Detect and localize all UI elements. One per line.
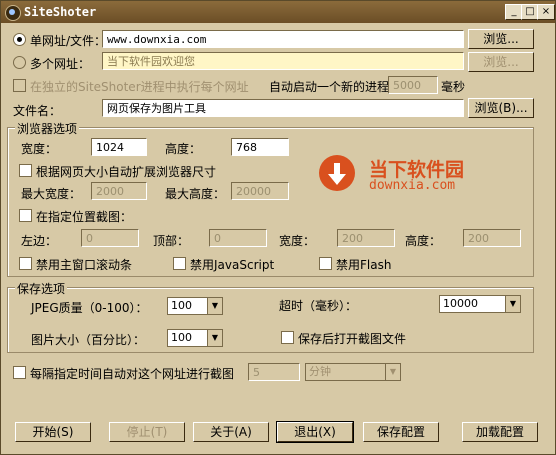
schedule-checkbox[interactable] [13,366,26,379]
timeout-label: 超时（毫秒）： [279,299,358,313]
save-options-label: 保存选项 [15,280,68,297]
multi-url-radio[interactable] [13,56,26,69]
auto-expand-checkbox[interactable] [19,164,32,177]
dropdown-arrow-icon: ▼ [505,296,520,312]
capture-region-label: 在指定位置截图： [36,210,133,224]
top-label: 顶部： [153,234,190,248]
save-config-button[interactable]: 保存配置 [363,422,439,442]
jpeg-quality-select[interactable]: 100 ▼ [167,297,223,315]
disable-flash-checkbox[interactable] [319,257,332,270]
region-height-label: 高度： [405,234,442,248]
auto-expand-label: 根据网页大小自动扩展浏览器尺寸 [36,165,217,179]
dropdown-arrow-icon: ▼ [207,298,222,314]
disable-flash-label: 禁用Flash [336,258,392,272]
separate-process-label: 在独立的SiteShoter进程中执行每个网址 [30,80,249,94]
region-width-label: 宽度： [279,234,316,248]
jpeg-quality-label: JPEG质量（0-100）： [31,301,148,315]
multi-url-input[interactable]: 当下软件园欢迎您 [102,52,464,70]
dropdown-arrow-icon: ▼ [385,364,400,380]
app-icon [5,5,21,21]
about-button[interactable]: 关于(A) [193,422,269,442]
browser-options-label: 浏览器选项 [15,120,80,137]
width-label: 宽度： [21,142,58,156]
disable-scroll-label: 禁用主窗口滚动条 [36,258,133,272]
height-input[interactable]: 768 [231,138,289,156]
single-url-input[interactable]: www.downxia.com [102,30,464,48]
multi-url-label: 多个网址： [30,57,91,71]
load-config-button[interactable]: 加载配置 [462,422,538,442]
timeout-select[interactable]: 10000 ▼ [439,295,521,313]
schedule-label: 每隔指定时间自动对这个网址进行截图 [30,367,235,381]
exit-button[interactable]: 退出(X) [276,421,354,443]
region-width-input[interactable]: 200 [337,229,395,247]
image-size-label: 图片大小（百分比）： [31,333,146,347]
jpeg-quality-value: 100 [171,299,192,312]
single-url-label: 单网址/文件： [30,34,107,48]
max-width-label: 最大宽度： [21,187,82,201]
top-input[interactable]: 0 [209,229,267,247]
max-width-input[interactable]: 2000 [91,182,147,200]
main-window: SiteShoter _ □ × 单网址/文件： www.downxia.com… [0,0,556,455]
image-size-select[interactable]: 100 ▼ [167,329,223,347]
download-logo-icon [319,155,355,191]
auto-start-unit: 毫秒 [441,80,466,94]
disable-js-label: 禁用JavaScript [190,258,275,272]
width-input[interactable]: 1024 [91,138,147,156]
capture-region-checkbox[interactable] [19,209,32,222]
image-size-value: 100 [171,331,192,344]
open-after-save-checkbox[interactable] [281,331,294,344]
filename-input[interactable]: 网页保存为图片工具 [102,99,464,117]
disable-js-checkbox[interactable] [173,257,186,270]
single-url-radio[interactable] [13,33,26,46]
max-height-label: 最大高度： [165,187,226,201]
browse-filename-button[interactable]: 浏览(B)... [468,98,534,118]
disable-scroll-checkbox[interactable] [19,257,32,270]
region-height-input[interactable]: 200 [463,229,521,247]
left-input[interactable]: 0 [81,229,139,247]
title-bar: SiteShoter _ □ × [1,1,555,23]
browse-list-button[interactable]: 浏览... [468,52,534,72]
timeout-value: 10000 [443,297,478,310]
max-height-input[interactable]: 20000 [231,182,289,200]
open-after-save-label: 保存后打开截图文件 [298,332,407,346]
close-button[interactable]: × [537,4,555,20]
window-title: SiteShoter [24,5,97,19]
separate-process-checkbox[interactable] [13,79,26,92]
auto-start-label: 自动启动一个新的进程： [269,80,402,94]
site-logo: 当下软件园 downxia.com [319,153,489,201]
browse-url-button[interactable]: 浏览... [468,29,534,49]
stop-button[interactable]: 停止(T) [109,422,185,442]
left-label: 左边： [21,234,58,248]
schedule-unit-select[interactable]: 分钟 ▼ [305,363,401,381]
height-label: 高度： [165,142,202,156]
schedule-interval-input[interactable]: 5 [248,363,300,381]
schedule-unit-value: 分钟 [309,365,331,378]
dropdown-arrow-icon: ▼ [207,330,222,346]
logo-text-en: downxia.com [369,178,456,193]
filename-label: 文件名： [13,104,62,118]
auto-start-input[interactable]: 5000 [388,76,438,94]
start-button[interactable]: 开始(S) [15,422,91,442]
